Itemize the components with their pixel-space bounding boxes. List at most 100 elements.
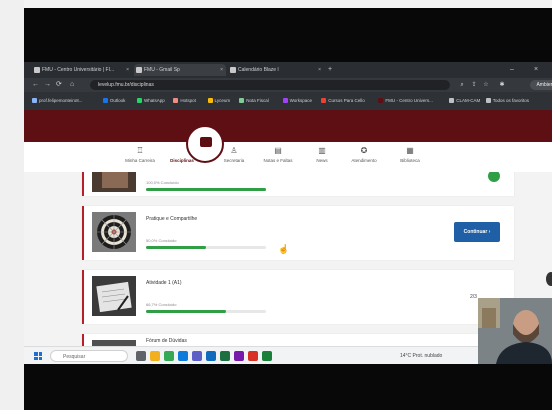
new-tab-button[interactable]: + — [328, 62, 332, 78]
bookmark-item[interactable]: Hotspot — [173, 92, 196, 110]
bookmark-label: Lyceum — [214, 98, 231, 103]
activity-card[interactable]: Fórum de Dúvidas — [82, 334, 514, 346]
tab-favicon — [34, 67, 40, 73]
progress-bar — [146, 188, 266, 191]
bookmark-label: Todos os favoritos — [492, 98, 529, 103]
disciplines-active-icon[interactable] — [186, 125, 224, 163]
bookmark-item[interactable]: Outlook — [102, 92, 126, 110]
teams-icon[interactable] — [192, 351, 202, 361]
file-explorer-icon[interactable] — [150, 351, 160, 361]
close-tab-icon[interactable]: × — [220, 64, 223, 76]
browser-toolbar: ← → ⟳ ⌂ levelup.fmu.br/disciplinas ⌕ ⇪ ☆… — [24, 78, 552, 92]
tab-label: FMU - Gmail Sp — [144, 67, 180, 73]
bookmark-item[interactable]: Lyceum — [207, 92, 231, 110]
close-window-button[interactable]: × — [534, 62, 538, 78]
nav-item-label: News — [316, 158, 328, 163]
extensions-icon[interactable]: ✱ — [498, 81, 506, 89]
tab-label: Calendário Blaze l — [238, 67, 279, 73]
bookmark-label: Nota Fiscal — [246, 98, 269, 103]
activity-card[interactable]: 100,0% Concluído — [82, 172, 514, 196]
activity-card[interactable]: Pratique e Compartilhe 50,0% Concluído C… — [82, 206, 514, 260]
nav-item-label: Minha Carreira — [125, 158, 155, 163]
left-frame — [0, 0, 24, 410]
bookmark-label: Hotspot — [180, 98, 196, 103]
nav-item-news[interactable]: ▥ News — [298, 146, 346, 163]
video-thumbnail-image — [92, 172, 136, 192]
site-nav: ♖ Minha Carreira Disciplinas ♙ Secretaria ▤ No… — [24, 142, 552, 173]
profile-button[interactable]: Ambiente — [530, 80, 552, 90]
bookmark-favicon-icon — [102, 98, 108, 104]
steps-count: 2/3 — [470, 294, 477, 300]
news-icon: ▥ — [318, 146, 326, 155]
browser-tab-calendar[interactable]: Calendário Blaze l × — [228, 64, 324, 76]
nav-item-biblioteca[interactable]: ▦ Biblioteca — [386, 146, 434, 163]
reload-icon[interactable]: ⟳ — [56, 78, 62, 92]
back-arrow-icon[interactable]: ← — [32, 78, 39, 92]
floating-control[interactable] — [546, 272, 552, 286]
forward-arrow-icon[interactable]: → — [44, 78, 51, 92]
bookmark-item[interactable]: Workspace — [282, 92, 313, 110]
screen-recording: FMU - Centro Universitário | FI... × FMU… — [0, 0, 552, 410]
taskbar-search-input[interactable]: Pesquisar — [50, 350, 128, 362]
app-red-icon[interactable] — [248, 351, 258, 361]
bookmark-item[interactable]: Todos os favoritos — [485, 92, 529, 110]
windows-start-icon[interactable] — [34, 352, 42, 360]
progress-bar — [146, 310, 266, 313]
webcam-overlay — [478, 298, 552, 364]
chrome-icon[interactable] — [164, 351, 174, 361]
bookmark-item[interactable]: Cursos Para Cello — [321, 92, 365, 110]
bookmark-item[interactable]: prof.felipemonteiro8... — [32, 92, 83, 110]
bookmark-favicon-icon — [485, 98, 491, 104]
browser-tab-bar: FMU - Centro Universitário | FI... × FMU… — [24, 62, 552, 78]
bookmark-favicon-icon — [32, 98, 37, 104]
weather-widget[interactable]: 14°C Prot. nublado — [400, 350, 442, 362]
nav-item-notas-e-faltas[interactable]: ▤ Notas e Faltas — [254, 146, 302, 163]
close-tab-icon[interactable]: × — [126, 64, 129, 76]
nav-item-atendimento[interactable]: ✪ Atendimento — [340, 146, 388, 163]
writing-image — [92, 276, 136, 316]
letterbox-top — [24, 8, 552, 62]
close-tab-icon[interactable]: × — [318, 64, 321, 76]
disciplines-content: 100,0% Concluído Pratique e Compartilhe … — [24, 172, 552, 346]
home-icon[interactable]: ⌂ — [70, 78, 74, 92]
windows-taskbar: Pesquisar 14°C Prot. nublado — [24, 346, 552, 365]
bookmark-label: Outlook — [109, 98, 126, 103]
search-icon[interactable]: ⌕ — [458, 81, 466, 89]
tab-favicon — [136, 67, 142, 73]
star-icon[interactable]: ☆ — [482, 81, 490, 89]
completed-check-icon — [488, 172, 500, 182]
bookmark-item[interactable]: Nota Fiscal — [239, 92, 269, 110]
support-icon: ✪ — [360, 146, 368, 155]
onenote-icon[interactable] — [234, 351, 244, 361]
bookmark-favicon-icon — [173, 98, 179, 104]
browser-tab-fmu[interactable]: FMU - Centro Universitário | FI... × — [32, 64, 132, 76]
bookmark-item[interactable]: FMU - Centro Univers... — [378, 92, 433, 110]
bookmark-favicon-icon — [239, 98, 245, 104]
nav-item-minha-carreira[interactable]: ♖ Minha Carreira — [116, 146, 164, 163]
edge-icon[interactable] — [178, 351, 188, 361]
continue-button[interactable]: Continuar › — [454, 222, 500, 242]
task-view-icon[interactable] — [136, 351, 146, 361]
share-icon[interactable]: ⇪ — [470, 81, 478, 89]
bookmark-favicon-icon — [207, 98, 213, 104]
address-input[interactable]: levelup.fmu.br/disciplinas — [90, 80, 450, 90]
activity-card[interactable]: Atividade 1 (A1) 66,7% Concluído 2/3 — [82, 270, 514, 324]
bookmark-label: Workspace — [289, 98, 313, 103]
minimize-button[interactable]: – — [510, 62, 514, 78]
bookmarks-bar: prof.felipemonteiro8... Outlook WhatsApp Ho… — [24, 92, 552, 110]
nav-item-label: Biblioteca — [400, 158, 420, 163]
bookmark-favicon-icon — [321, 98, 327, 104]
browser-tab-gmail[interactable]: FMU - Gmail Sp × — [134, 64, 226, 76]
progress-bar — [146, 246, 266, 249]
site-brand-bar — [24, 110, 552, 142]
bookmark-item[interactable]: CLAM-CAM — [449, 92, 480, 110]
card-title: Pratique e Compartilhe — [146, 216, 198, 222]
excel-icon[interactable] — [220, 351, 230, 361]
secretary-icon: ♙ — [230, 146, 238, 155]
nav-item-label: Notas e Faltas — [263, 158, 293, 163]
app-green-icon[interactable] — [262, 351, 272, 361]
outlook-icon[interactable] — [206, 351, 216, 361]
bookmark-item[interactable]: WhatsApp — [137, 92, 165, 110]
tab-label: FMU - Centro Universitário | FI... — [42, 67, 115, 73]
dartboard-image — [92, 212, 136, 252]
